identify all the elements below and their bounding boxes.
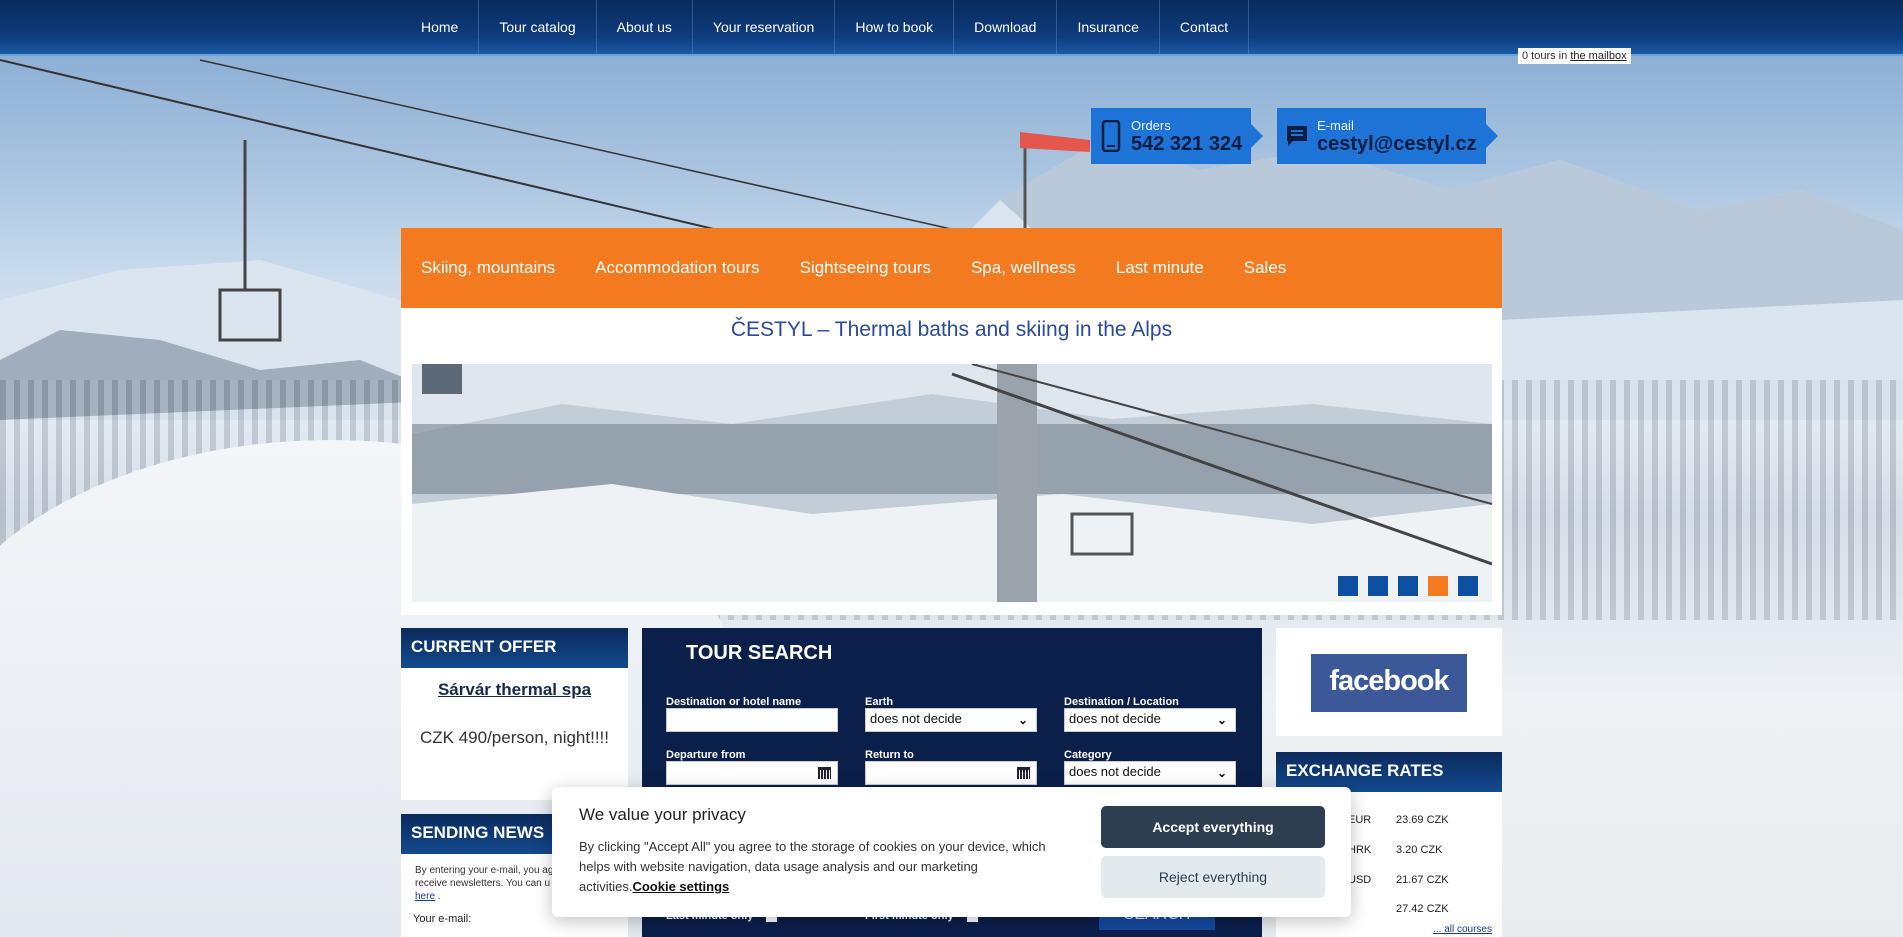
nav-contact[interactable]: Contact	[1160, 0, 1250, 54]
cookie-settings-link[interactable]: Cookie settings	[632, 879, 729, 894]
facebook-box: facebook	[1276, 628, 1502, 736]
category-sightseeing[interactable]: Sightseeing tours	[800, 258, 931, 278]
orders-phone: 542 321 324	[1131, 132, 1243, 155]
rate-value: 21.67 CZK	[1396, 874, 1449, 886]
rate-value: 27.42 CZK	[1396, 903, 1449, 915]
earth-select[interactable]: does not decide ⌄	[865, 708, 1037, 732]
departure-label: Departure from	[666, 749, 746, 761]
phone-icon	[1091, 120, 1131, 152]
orders-contact[interactable]: Orders 542 321 324	[1091, 108, 1263, 164]
mailbox-link[interactable]: the mailbox	[1570, 50, 1626, 62]
email-address: cestyl@cestyl.cz	[1317, 132, 1477, 155]
nav-home[interactable]: Home	[401, 0, 480, 54]
return-date-input[interactable]	[865, 761, 1037, 785]
offer-price: CZK 490/person, night!!!!	[420, 728, 609, 747]
category-select[interactable]: does not decide ⌄	[1064, 761, 1236, 785]
all-courses-link[interactable]: ... all courses	[1433, 924, 1492, 935]
destination-label: Destination or hotel name	[666, 696, 802, 708]
email-contact[interactable]: E-mail cestyl@cestyl.cz	[1277, 108, 1498, 164]
rate-value: 23.69 CZK	[1396, 814, 1449, 826]
reject-all-button[interactable]: Reject everything	[1101, 856, 1325, 898]
departure-date-input[interactable]	[666, 761, 838, 785]
rate-row: HRK 3.20 CZK	[1348, 844, 1442, 856]
slide-dot-3[interactable]	[1398, 576, 1418, 596]
rate-currency	[1348, 903, 1396, 915]
location-label: Destination / Location	[1064, 696, 1179, 708]
slide-dot-5[interactable]	[1458, 576, 1478, 596]
location-select-value: does not decide	[1069, 711, 1161, 726]
rate-currency: HRK	[1348, 844, 1372, 856]
ski-lift-photo	[412, 364, 1492, 602]
current-offer-box: CURRENT OFFER Sárvár thermal spa CZK 490…	[401, 628, 628, 800]
return-label: Return to	[865, 749, 914, 761]
nav-download[interactable]: Download	[954, 0, 1058, 54]
nav-about-us[interactable]: About us	[597, 0, 693, 54]
newsletter-text-2: receive newsletters. You can u	[415, 878, 551, 889]
category-label: Category	[1064, 749, 1112, 761]
category-sales[interactable]: Sales	[1244, 258, 1287, 278]
slide-dot-1[interactable]	[1338, 576, 1358, 596]
nav-tour-catalog[interactable]: Tour catalog	[479, 0, 597, 54]
mailbox-counter: 0 tours in the mailbox	[1518, 48, 1631, 64]
chat-icon	[1277, 124, 1317, 148]
slide-dot-4-active[interactable]	[1428, 576, 1448, 596]
category-accommodation[interactable]: Accommodation tours	[595, 258, 759, 278]
earth-select-value: does not decide	[870, 711, 962, 726]
facebook-logo[interactable]: facebook	[1311, 654, 1467, 712]
category-bar: Skiing, mountains Accommodation tours Si…	[401, 228, 1502, 308]
chevron-down-icon: ⌄	[1216, 766, 1227, 780]
destination-input[interactable]	[666, 708, 838, 732]
rate-currency: USD	[1348, 874, 1372, 886]
calendar-icon[interactable]	[818, 767, 831, 779]
offer-name-link[interactable]: Sárvár thermal spa	[401, 680, 628, 700]
accept-all-button[interactable]: Accept everything	[1101, 806, 1325, 848]
slideshow-image	[412, 364, 1492, 602]
nav-how-to-book[interactable]: How to book	[835, 0, 955, 54]
page-title: ČESTYL – Thermal baths and skiing in the…	[730, 318, 1173, 341]
chevron-down-icon: ⌄	[1017, 713, 1028, 727]
nav-insurance[interactable]: Insurance	[1057, 0, 1160, 54]
rate-value: 3.20 CZK	[1396, 844, 1443, 856]
rate-row: EUR 23.69 CZK	[1348, 814, 1449, 826]
rate-row: 27.42 CZK	[1348, 903, 1449, 915]
mailbox-text: 0 tours in	[1522, 50, 1571, 62]
newsletter-text-1: By entering your e-mail, you ag	[415, 865, 554, 876]
orders-label: Orders	[1131, 117, 1171, 133]
chevron-down-icon: ⌄	[1216, 713, 1227, 727]
cookie-title: We value your privacy	[579, 805, 746, 824]
cookie-text: By clicking "Accept All" you agree to th…	[579, 837, 1069, 897]
nav-your-reservation[interactable]: Your reservation	[693, 0, 836, 54]
category-last-minute[interactable]: Last minute	[1116, 258, 1204, 278]
newsletter-link-suffix: .	[435, 891, 441, 902]
category-skiing[interactable]: Skiing, mountains	[421, 258, 555, 278]
email-label: E-mail	[1317, 117, 1354, 133]
slide-pagination	[1338, 576, 1478, 596]
category-spa[interactable]: Spa, wellness	[971, 258, 1076, 278]
exchange-rates-heading: EXCHANGE RATES	[1276, 752, 1502, 792]
cookie-consent-dialog: We value your privacy By clicking "Accep…	[552, 787, 1351, 917]
newsletter-here-link[interactable]: here	[415, 891, 435, 902]
calendar-icon[interactable]	[1017, 767, 1030, 779]
slide-dot-2[interactable]	[1368, 576, 1388, 596]
location-select[interactable]: does not decide ⌄	[1064, 708, 1236, 732]
rate-currency: EUR	[1348, 814, 1372, 826]
main-banner: ČESTYL – Thermal baths and skiing in the…	[401, 308, 1502, 615]
current-offer-heading: CURRENT OFFER	[401, 628, 628, 668]
rate-row: USD 21.67 CZK	[1348, 874, 1449, 886]
category-select-value: does not decide	[1069, 764, 1161, 779]
tour-search-heading: TOUR SEARCH	[686, 642, 833, 664]
earth-label: Earth	[865, 696, 894, 708]
